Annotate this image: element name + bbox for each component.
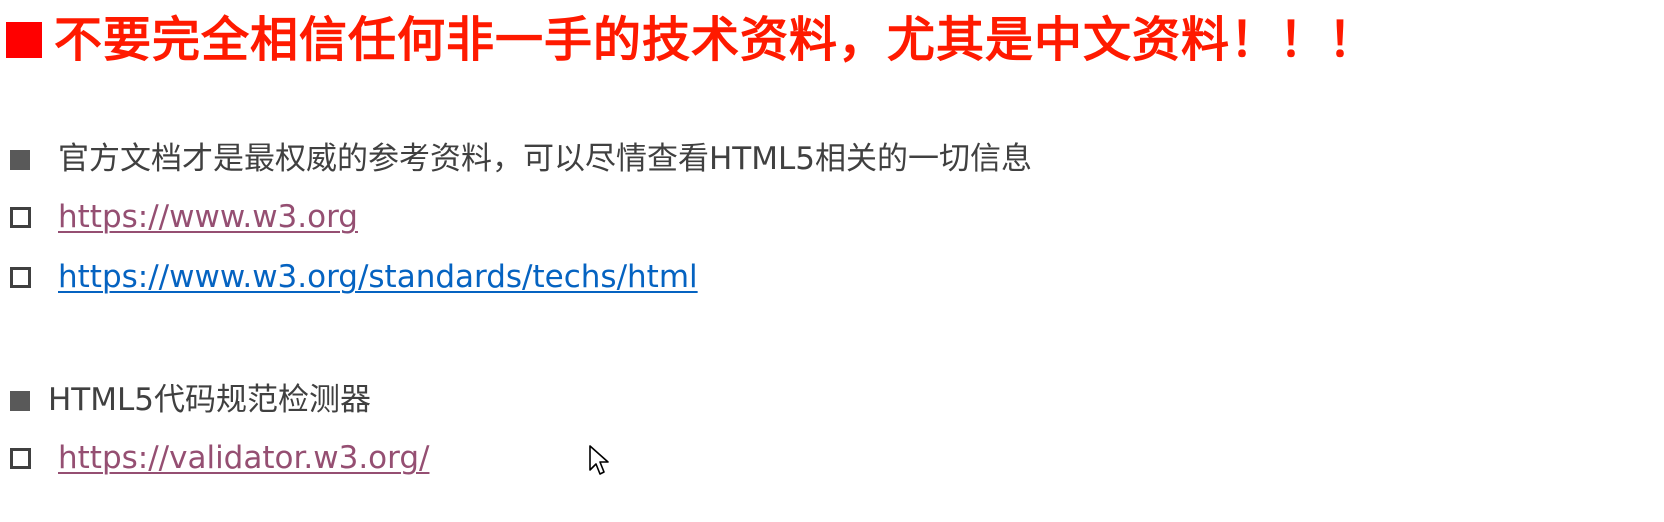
hollow-square-bullet-icon (10, 266, 31, 288)
hollow-square-bullet-icon (10, 206, 31, 228)
section-official-docs: 官方文档才是最权威的参考资料，可以尽情查看HTML5相关的一切信息 (10, 144, 1032, 175)
w3-html-standards-link[interactable]: https://www.w3.org/standards/techs/html (58, 260, 698, 294)
list-item: https://validator.w3.org/ (10, 441, 429, 475)
filled-square-bullet-icon (6, 22, 42, 58)
slide: 不要完全相信任何非一手的技术资料，尤其是中文资料！！！ 官方文档才是最权威的参考… (0, 0, 1664, 522)
filled-square-bullet-icon (10, 390, 30, 411)
slide-title: 不要完全相信任何非一手的技术资料，尤其是中文资料！！！ (54, 12, 1378, 68)
official-docs-text: 官方文档才是最权威的参考资料，可以尽情查看HTML5相关的一切信息 (58, 141, 1032, 177)
slide-title-row: 不要完全相信任何非一手的技术资料，尤其是中文资料！！！ (6, 0, 1377, 80)
hollow-square-bullet-icon (10, 447, 31, 469)
validator-text: HTML5代码规范检测器 (48, 382, 371, 418)
mouse-pointer-icon (589, 445, 609, 475)
list-item: https://www.w3.org (10, 200, 358, 234)
w3-validator-link[interactable]: https://validator.w3.org/ (58, 441, 429, 475)
filled-square-bullet-icon (10, 149, 30, 170)
w3-org-link[interactable]: https://www.w3.org (58, 200, 358, 234)
section-validator: HTML5代码规范检测器 (10, 385, 371, 416)
list-item: https://www.w3.org/standards/techs/html (10, 260, 698, 294)
